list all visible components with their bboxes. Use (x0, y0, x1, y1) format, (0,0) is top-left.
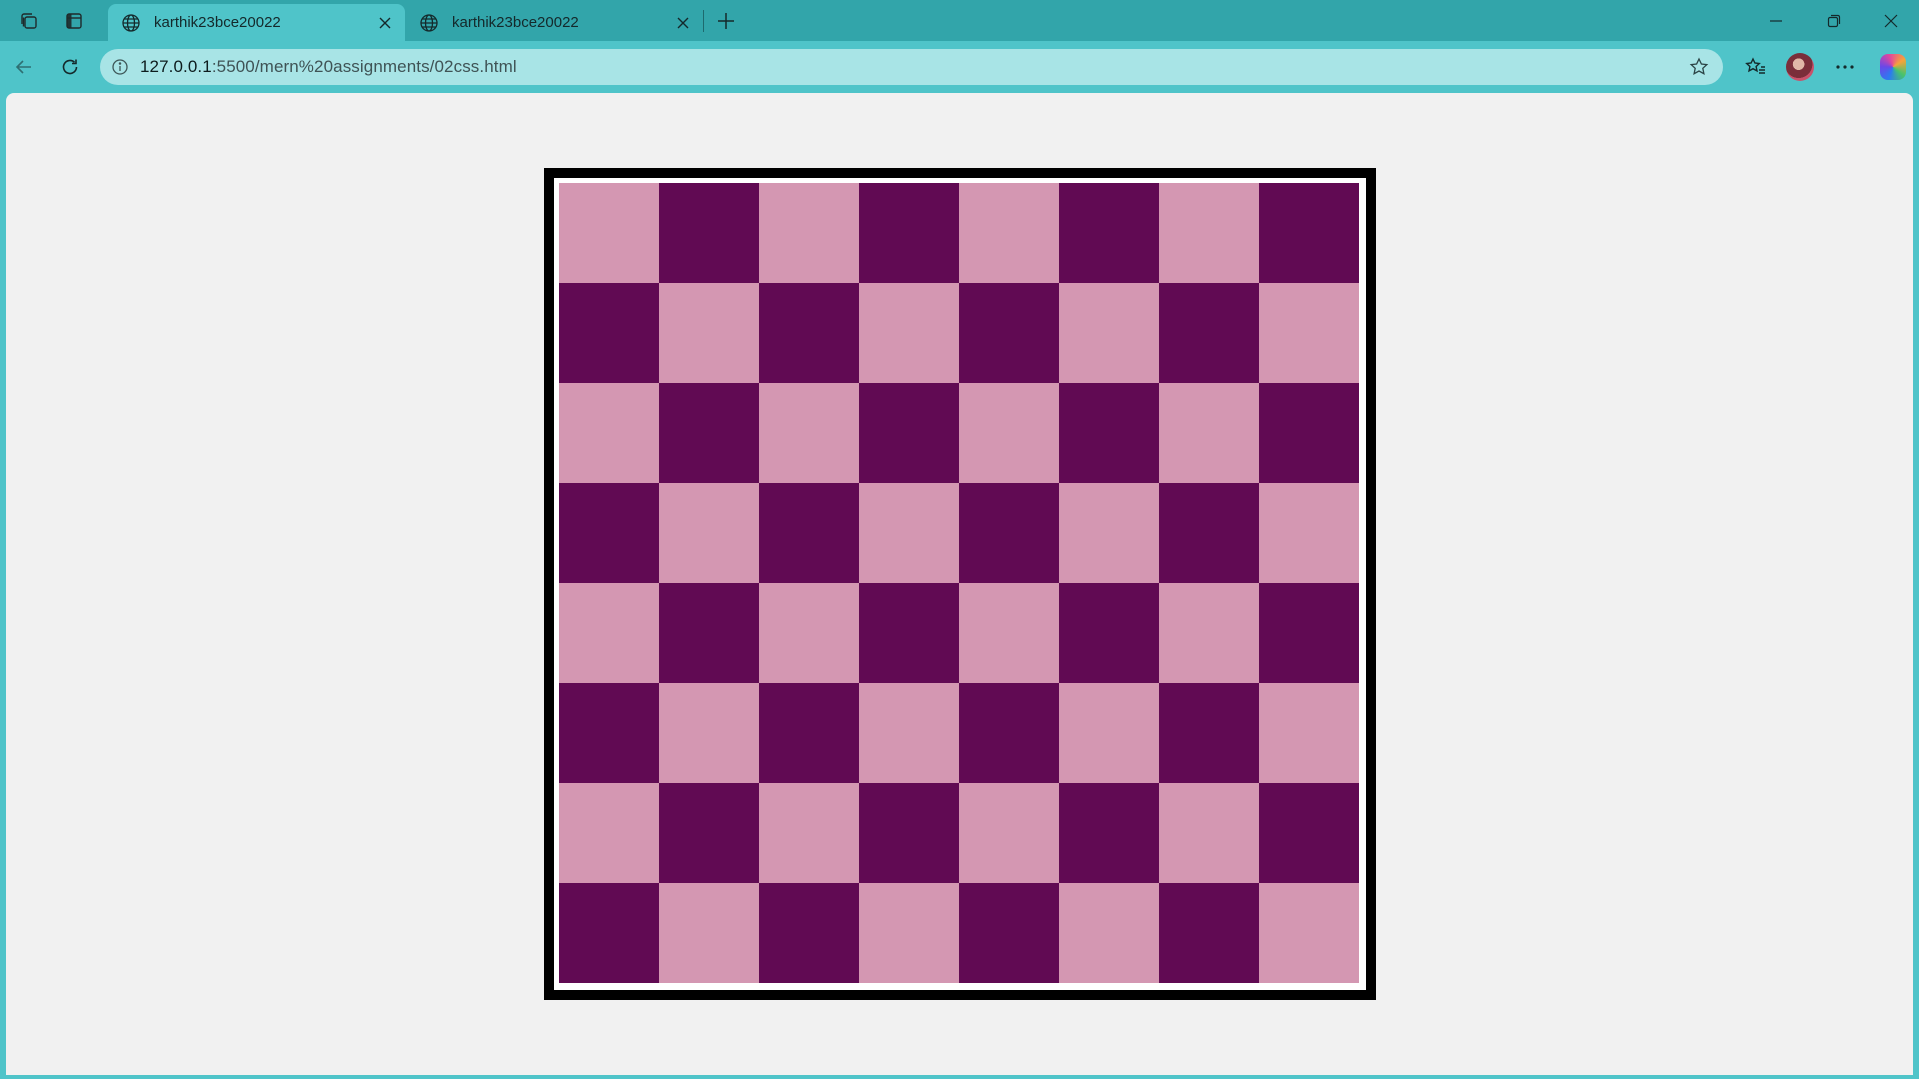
dark-square (559, 683, 659, 783)
light-square (659, 883, 759, 983)
dark-square (859, 783, 959, 883)
light-square (1259, 883, 1359, 983)
back-arrow-icon[interactable] (6, 50, 42, 84)
more-icon[interactable] (1827, 50, 1863, 84)
tab-separator (703, 10, 704, 32)
light-square (859, 883, 959, 983)
dark-square (559, 283, 659, 383)
light-square (1059, 483, 1159, 583)
dark-square (1159, 683, 1259, 783)
dark-square (1259, 583, 1359, 683)
url-path: :5500/mern%20assignments/02css.html (211, 57, 517, 76)
globe-icon (120, 12, 142, 34)
workspaces-icon[interactable] (12, 6, 46, 36)
light-square (759, 583, 859, 683)
profile-avatar (1786, 53, 1814, 81)
light-square (559, 383, 659, 483)
chessboard (559, 183, 1359, 983)
dark-square (1059, 583, 1159, 683)
light-square (959, 383, 1059, 483)
dark-square (959, 683, 1059, 783)
dark-square (959, 283, 1059, 383)
light-square (559, 183, 659, 283)
light-square (1059, 283, 1159, 383)
dark-square (1259, 383, 1359, 483)
dark-square (759, 683, 859, 783)
light-square (859, 283, 959, 383)
dark-square (659, 783, 759, 883)
dark-square (1159, 883, 1259, 983)
light-square (1059, 683, 1159, 783)
restore-icon[interactable] (1805, 0, 1863, 41)
url-text[interactable]: 127.0.0.1:5500/mern%20assignments/02css.… (140, 57, 517, 77)
light-square (1059, 883, 1159, 983)
page-viewport (6, 93, 1913, 1075)
light-square (859, 683, 959, 783)
light-square (959, 783, 1059, 883)
address-bar[interactable]: 127.0.0.1:5500/mern%20assignments/02css.… (100, 49, 1723, 85)
light-square (759, 383, 859, 483)
dark-square (859, 583, 959, 683)
close-icon[interactable] (669, 9, 697, 37)
light-square (759, 183, 859, 283)
dark-square (759, 483, 859, 583)
globe-icon (418, 12, 440, 34)
dark-square (1059, 783, 1159, 883)
favorites-icon[interactable] (1738, 50, 1774, 84)
light-square (1259, 483, 1359, 583)
copilot-icon[interactable] (1875, 50, 1911, 84)
star-icon[interactable] (1685, 53, 1713, 81)
dark-square (959, 883, 1059, 983)
refresh-icon[interactable] (52, 50, 88, 84)
dark-square (1259, 183, 1359, 283)
chessboard-frame (544, 168, 1376, 1000)
close-icon[interactable] (371, 9, 399, 37)
dark-square (659, 583, 759, 683)
light-square (1159, 783, 1259, 883)
close-window-icon[interactable] (1862, 0, 1919, 41)
minimize-icon[interactable] (1747, 0, 1805, 41)
dark-square (659, 383, 759, 483)
light-square (959, 183, 1059, 283)
tab-title: karthik23bce20022 (452, 14, 579, 31)
info-icon[interactable] (100, 58, 140, 76)
light-square (759, 783, 859, 883)
light-square (659, 683, 759, 783)
dark-square (559, 883, 659, 983)
light-square (1159, 583, 1259, 683)
tab-actions-icon[interactable] (57, 6, 91, 36)
light-square (1159, 383, 1259, 483)
avatar[interactable] (1782, 50, 1818, 84)
tab-2[interactable]: karthik23bce20022 (406, 4, 703, 41)
dark-square (1059, 383, 1159, 483)
plus-icon[interactable] (709, 6, 743, 36)
url-host: 127.0.0.1 (140, 57, 212, 76)
light-square (659, 483, 759, 583)
chessboard-inner-border (554, 178, 1366, 990)
light-square (1259, 683, 1359, 783)
light-square (559, 583, 659, 683)
dark-square (659, 183, 759, 283)
light-square (859, 483, 959, 583)
light-square (559, 783, 659, 883)
dark-square (1059, 183, 1159, 283)
tab-1[interactable]: karthik23bce20022 (108, 4, 405, 41)
copilot-logo (1880, 54, 1906, 80)
dark-square (1259, 783, 1359, 883)
light-square (1259, 283, 1359, 383)
dark-square (1159, 283, 1259, 383)
title-bar: karthik23bce20022 karthik23bce20022 (0, 0, 1919, 41)
dark-square (859, 383, 959, 483)
dark-square (759, 883, 859, 983)
dark-square (559, 483, 659, 583)
light-square (1159, 183, 1259, 283)
light-square (659, 283, 759, 383)
dark-square (859, 183, 959, 283)
tab-title: karthik23bce20022 (154, 14, 281, 31)
browser-toolbar: 127.0.0.1:5500/mern%20assignments/02css.… (0, 41, 1919, 93)
dark-square (1159, 483, 1259, 583)
dark-square (759, 283, 859, 383)
dark-square (959, 483, 1059, 583)
light-square (959, 583, 1059, 683)
